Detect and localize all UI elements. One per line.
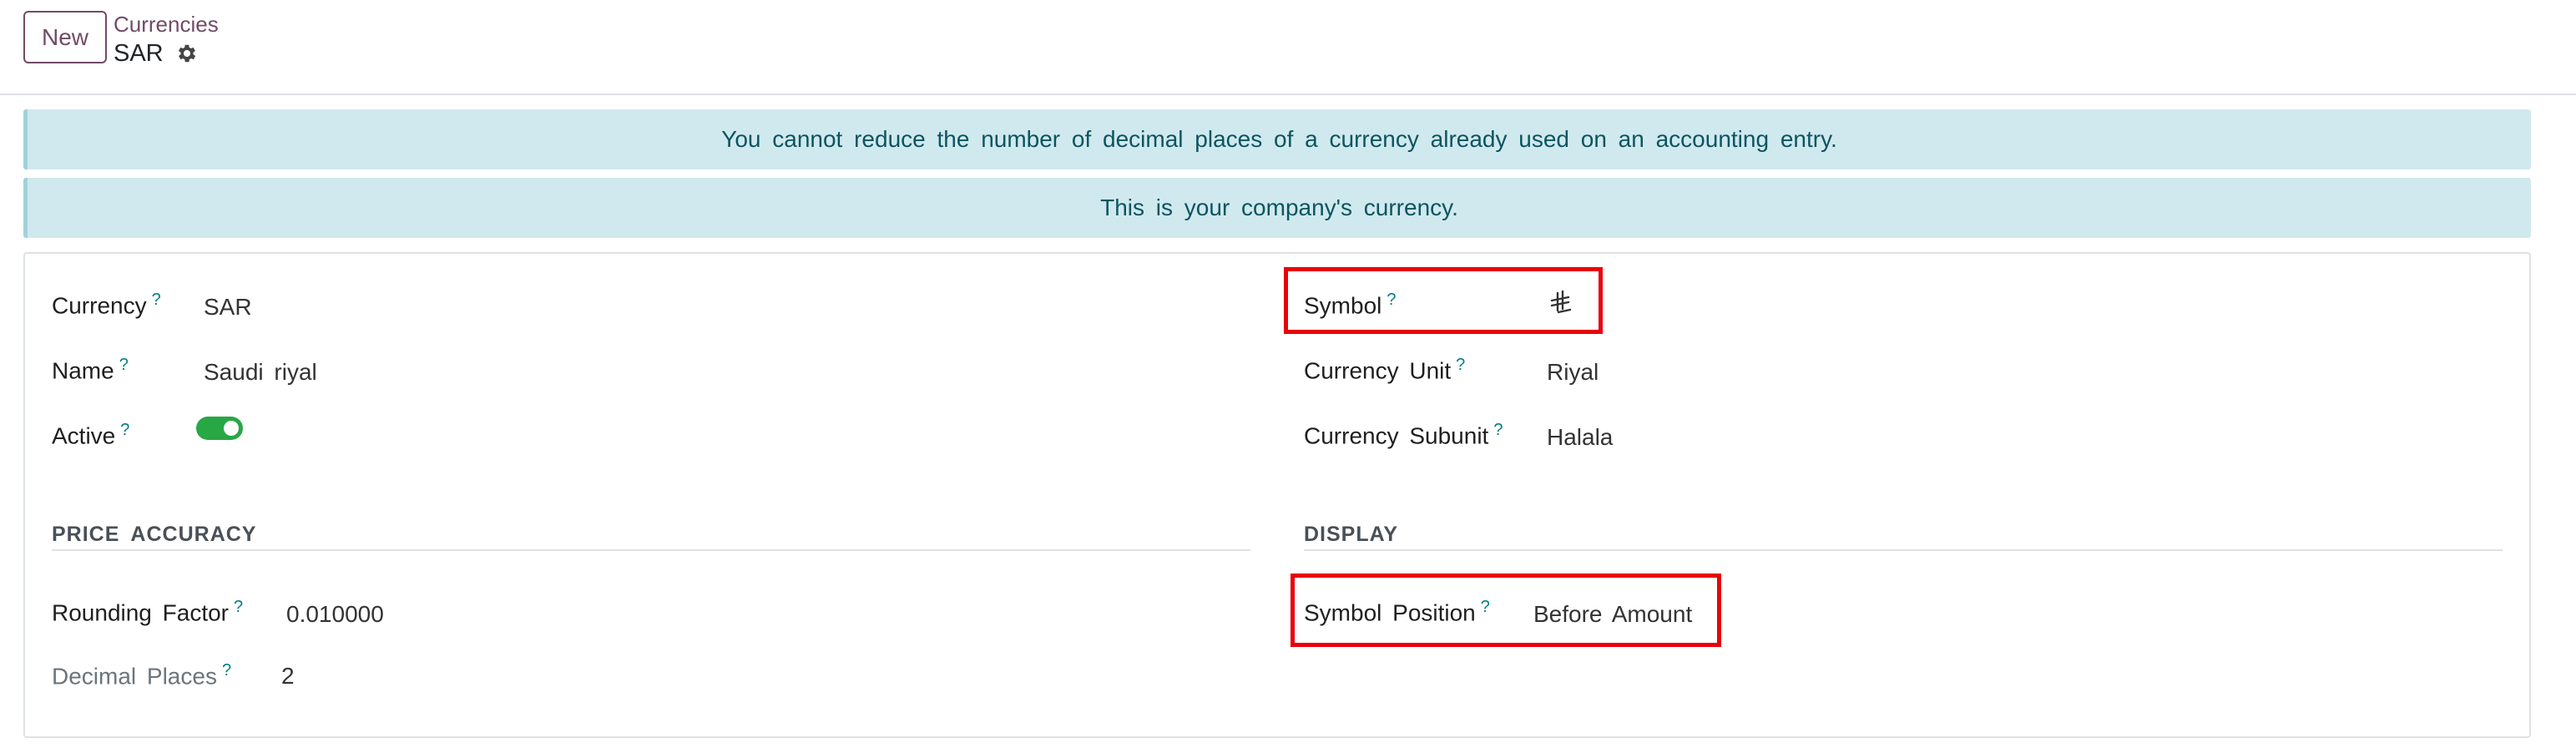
currency-label: Currency? [52, 291, 161, 319]
symbol-label: Symbol? [1304, 291, 1397, 319]
help-icon[interactable]: ? [1493, 421, 1503, 439]
gear-icon[interactable] [175, 42, 199, 65]
form-sheet: Currency? SAR Name? Saudi riyal Active? … [23, 252, 2531, 738]
decimal-places-value: 2 [281, 663, 295, 689]
help-icon[interactable]: ? [120, 421, 129, 439]
name-field[interactable]: Saudi riyal [204, 359, 317, 386]
record-title: SAR [114, 39, 199, 68]
currency-subunit-field[interactable]: Halala [1547, 424, 1613, 451]
rounding-factor-field[interactable]: 0.010000 [286, 601, 384, 628]
decimal-warning-alert: You cannot reduce the number of decimal … [23, 109, 2531, 169]
toggle-knob [224, 421, 239, 436]
help-icon[interactable]: ? [1481, 598, 1490, 616]
help-icon[interactable]: ? [152, 291, 161, 309]
help-icon[interactable]: ? [119, 356, 129, 374]
active-label: Active? [52, 421, 130, 449]
active-toggle[interactable] [196, 417, 243, 440]
currency-unit-field[interactable]: Riyal [1547, 359, 1599, 386]
alert-text: This is your company's currency. [1100, 195, 1458, 220]
control-panel: New Currencies SAR [0, 0, 2576, 95]
help-icon[interactable]: ? [1386, 291, 1396, 309]
riyal-symbol-icon [1550, 290, 1572, 314]
symbol-field[interactable] [1550, 290, 1572, 321]
rounding-factor-label: Rounding Factor? [52, 598, 244, 626]
breadcrumb-currencies[interactable]: Currencies [114, 12, 219, 37]
alert-text: You cannot reduce the number of decimal … [721, 126, 1837, 152]
new-button[interactable]: New [23, 11, 107, 63]
help-icon[interactable]: ? [222, 661, 231, 680]
currency-subunit-label: Currency Subunit? [1304, 421, 1503, 449]
section-divider [52, 549, 1250, 551]
symbol-position-field[interactable]: Before Amount [1533, 601, 1692, 628]
help-icon[interactable]: ? [234, 598, 243, 616]
currency-field[interactable]: SAR [204, 294, 252, 321]
name-label: Name? [52, 356, 129, 384]
page-title: SAR [114, 40, 164, 67]
display-heading: DISPLAY [1304, 523, 1399, 546]
currency-unit-label: Currency Unit? [1304, 356, 1466, 384]
help-icon[interactable]: ? [1456, 356, 1465, 374]
decimal-places-label: Decimal Places? [52, 661, 232, 690]
company-currency-alert: This is your company's currency. [23, 178, 2531, 238]
section-divider [1304, 549, 2503, 551]
symbol-position-label: Symbol Position? [1304, 598, 1490, 626]
price-accuracy-heading: PRICE ACCURACY [52, 523, 257, 546]
